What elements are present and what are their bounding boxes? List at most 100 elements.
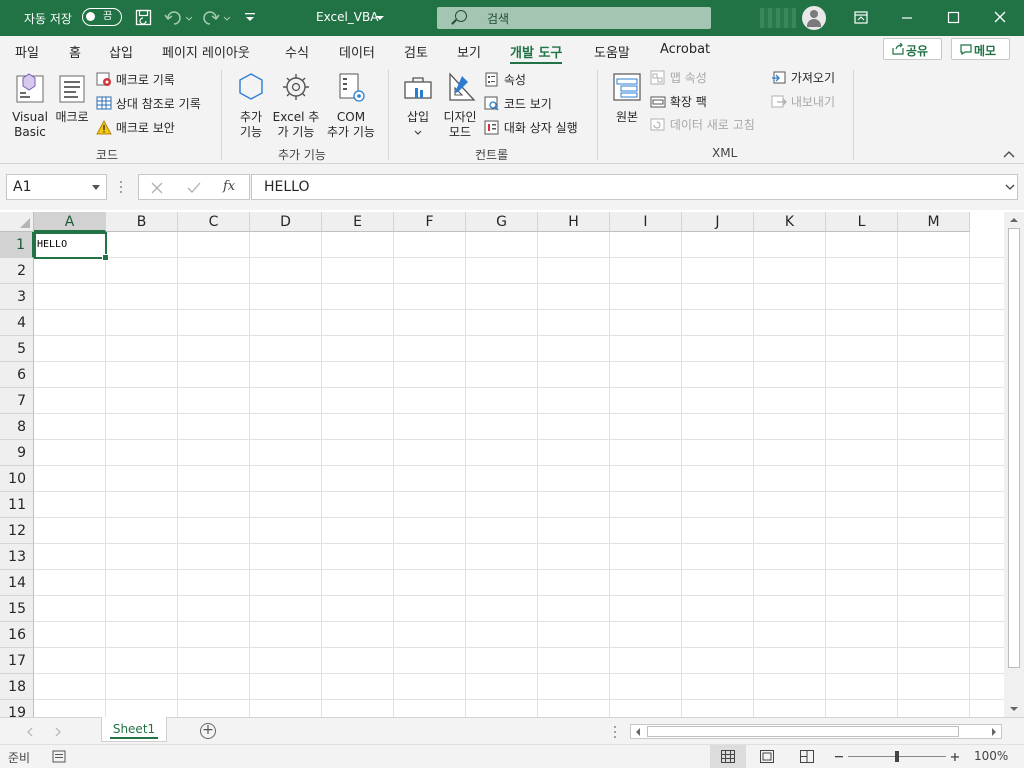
column-header-m[interactable]: M: [898, 212, 970, 232]
row-header-11[interactable]: 11: [0, 492, 34, 518]
column-header-l[interactable]: L: [826, 212, 898, 232]
vertical-scrollbar[interactable]: [1004, 212, 1024, 717]
row-header-8[interactable]: 8: [0, 414, 34, 440]
insert-control-button[interactable]: 삽입: [400, 70, 436, 140]
row-header-6[interactable]: 6: [0, 362, 34, 388]
macro-security-button[interactable]: 매크로 보안: [96, 119, 175, 136]
row-header-14[interactable]: 14: [0, 570, 34, 596]
properties-button[interactable]: 속성: [484, 72, 526, 88]
tab-page-layout[interactable]: 페이지 레이아웃: [162, 42, 250, 61]
column-header-f[interactable]: F: [394, 212, 466, 232]
row-header-3[interactable]: 3: [0, 284, 34, 310]
excel-addins-button[interactable]: Excel 추 가 기능: [271, 70, 321, 140]
tab-data[interactable]: 데이터: [339, 42, 375, 61]
run-dialog-button[interactable]: 대화 상자 실행: [484, 120, 578, 136]
next-sheet-icon[interactable]: [54, 727, 62, 737]
macro-button[interactable]: 매크로: [53, 70, 91, 125]
tab-view[interactable]: 보기: [457, 42, 481, 61]
page-layout-view-icon[interactable]: [760, 750, 774, 763]
minimize-icon[interactable]: [884, 0, 930, 36]
scroll-right-icon[interactable]: [990, 727, 998, 737]
scroll-up-icon[interactable]: [1009, 216, 1019, 224]
tab-developer[interactable]: 개발 도구: [510, 42, 563, 65]
accessibility-icon[interactable]: [52, 750, 66, 763]
scroll-left-icon[interactable]: [634, 727, 642, 737]
map-properties-button[interactable]: 맵 속성: [650, 70, 707, 86]
design-mode-button[interactable]: 디자인 모드: [440, 70, 480, 140]
avatar[interactable]: [802, 6, 826, 30]
undo-icon[interactable]: [164, 9, 194, 27]
title-dropdown-icon[interactable]: [376, 16, 384, 22]
tab-help[interactable]: 도움말: [594, 42, 630, 61]
comments-button[interactable]: 메모: [951, 38, 1010, 60]
cancel-icon[interactable]: [151, 182, 163, 194]
scroll-down-icon[interactable]: [1009, 705, 1019, 713]
column-header-c[interactable]: C: [178, 212, 250, 232]
column-header-g[interactable]: G: [466, 212, 538, 232]
addins-button[interactable]: 추가 기능: [233, 70, 269, 140]
vertical-scroll-thumb[interactable]: [1008, 228, 1020, 668]
view-code-button[interactable]: 코드 보기: [484, 96, 552, 112]
row-header-15[interactable]: 15: [0, 596, 34, 622]
customize-toolbar-icon[interactable]: [244, 11, 256, 23]
column-header-e[interactable]: E: [322, 212, 394, 232]
collapse-ribbon-icon[interactable]: [1003, 150, 1015, 158]
column-header-h[interactable]: H: [538, 212, 610, 232]
row-header-19[interactable]: 19: [0, 700, 34, 717]
tab-file[interactable]: 파일: [15, 42, 39, 61]
insert-function-button[interactable]: fx: [223, 179, 235, 194]
sheet-tab-sheet1[interactable]: Sheet1: [101, 717, 167, 742]
column-header-i[interactable]: I: [610, 212, 682, 232]
spreadsheet-grid[interactable]: ABCDEFGHIJKLM 1 2 3 4 5 6 7 8 9 10 11 12 13 14 15 16 17 1…: [0, 212, 1004, 717]
row-header-18[interactable]: 18: [0, 674, 34, 700]
row-header-5[interactable]: 5: [0, 336, 34, 362]
expand-formula-icon[interactable]: [1005, 184, 1015, 192]
column-header-k[interactable]: K: [754, 212, 826, 232]
export-button[interactable]: 내보내기: [771, 94, 835, 110]
add-sheet-button[interactable]: +: [200, 723, 216, 739]
row-header-17[interactable]: 17: [0, 648, 34, 674]
com-addins-button[interactable]: COM 추가 기능: [323, 70, 379, 140]
tab-formulas[interactable]: 수식: [285, 42, 309, 61]
search-box[interactable]: 검색: [437, 7, 711, 29]
visual-basic-button[interactable]: Visual Basic: [10, 70, 50, 140]
select-all-button[interactable]: [0, 212, 34, 232]
row-header-13[interactable]: 13: [0, 544, 34, 570]
column-header-a[interactable]: A: [34, 212, 106, 232]
save-icon[interactable]: [135, 9, 153, 27]
row-header-16[interactable]: 16: [0, 622, 34, 648]
ribbon-display-icon[interactable]: [838, 0, 884, 36]
row-header-10[interactable]: 10: [0, 466, 34, 492]
row-header-7[interactable]: 7: [0, 388, 34, 414]
zoom-in-icon[interactable]: [950, 752, 960, 762]
zoom-slider-thumb[interactable]: [895, 751, 899, 762]
zoom-out-icon[interactable]: [834, 756, 844, 758]
horizontal-scrollbar[interactable]: [630, 724, 1002, 739]
selected-cell-a1[interactable]: HELLO: [34, 232, 109, 261]
formula-bar-grip-icon[interactable]: [118, 180, 124, 194]
enter-icon[interactable]: [187, 182, 201, 194]
column-header-b[interactable]: B: [106, 212, 178, 232]
close-icon[interactable]: [976, 0, 1022, 36]
maximize-icon[interactable]: [930, 0, 976, 36]
tab-home[interactable]: 홈: [69, 42, 81, 61]
column-header-d[interactable]: D: [250, 212, 322, 232]
zoom-level[interactable]: 100%: [974, 749, 1008, 763]
expansion-packs-button[interactable]: 확장 팩: [650, 94, 707, 110]
share-button[interactable]: 공유: [883, 38, 942, 60]
autosave-toggle[interactable]: 끔: [82, 8, 122, 26]
normal-view-button[interactable]: [710, 745, 746, 768]
horizontal-scroll-thumb[interactable]: [647, 726, 959, 737]
tab-insert[interactable]: 삽입: [109, 42, 133, 61]
row-header-9[interactable]: 9: [0, 440, 34, 466]
record-macro-button[interactable]: 매크로 기록: [96, 72, 175, 88]
column-header-j[interactable]: J: [682, 212, 754, 232]
redo-icon[interactable]: [202, 9, 232, 27]
prev-sheet-icon[interactable]: [26, 727, 34, 737]
tab-review[interactable]: 검토: [404, 42, 428, 61]
name-box[interactable]: A1: [6, 174, 107, 200]
tab-acrobat[interactable]: Acrobat: [660, 42, 710, 57]
import-button[interactable]: 가져오기: [771, 70, 835, 86]
refresh-data-button[interactable]: 데이터 새로 고침: [650, 117, 755, 133]
formula-input[interactable]: HELLO: [251, 174, 1018, 200]
